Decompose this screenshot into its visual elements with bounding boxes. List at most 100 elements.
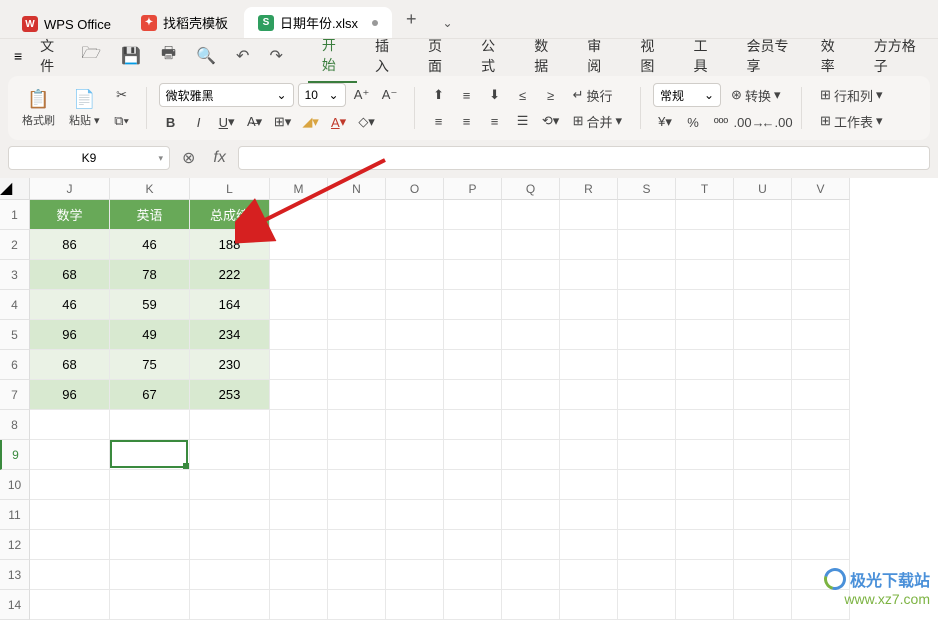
cell[interactable]: 数学 <box>30 200 110 230</box>
cell[interactable] <box>676 350 734 380</box>
cell[interactable] <box>328 590 386 620</box>
row-header[interactable]: 14 <box>0 590 30 620</box>
cell[interactable] <box>734 350 792 380</box>
cell[interactable] <box>30 470 110 500</box>
cell[interactable] <box>560 500 618 530</box>
cell[interactable] <box>560 260 618 290</box>
cell[interactable] <box>560 380 618 410</box>
cell[interactable] <box>618 320 676 350</box>
cell[interactable] <box>328 500 386 530</box>
paste-button[interactable]: 📄 粘贴 ▾ <box>65 89 104 128</box>
cell[interactable] <box>270 260 328 290</box>
cell[interactable] <box>734 440 792 470</box>
cell[interactable] <box>502 440 560 470</box>
percent-button[interactable]: % <box>681 111 705 133</box>
cell[interactable] <box>444 320 502 350</box>
cell[interactable] <box>386 290 444 320</box>
cell[interactable] <box>734 260 792 290</box>
cell[interactable] <box>502 590 560 620</box>
cell[interactable] <box>110 560 190 590</box>
cell[interactable] <box>444 440 502 470</box>
cell[interactable] <box>502 560 560 590</box>
cell[interactable] <box>386 470 444 500</box>
cell[interactable] <box>110 440 190 470</box>
cell[interactable] <box>386 230 444 260</box>
cell[interactable] <box>502 320 560 350</box>
cell[interactable] <box>110 500 190 530</box>
cell[interactable] <box>386 440 444 470</box>
col-header[interactable]: Q <box>502 178 560 200</box>
cell[interactable] <box>30 530 110 560</box>
col-header[interactable]: J <box>30 178 110 200</box>
cell[interactable] <box>270 230 328 260</box>
align-center-button[interactable]: ≡ <box>455 110 479 132</box>
border-button[interactable]: ⊞▾ <box>271 111 295 133</box>
cell[interactable] <box>560 530 618 560</box>
cell[interactable] <box>792 230 850 260</box>
cell[interactable] <box>734 590 792 620</box>
cell[interactable] <box>560 200 618 230</box>
cell[interactable] <box>386 500 444 530</box>
fx-icon[interactable]: fx <box>207 149 231 167</box>
cells-area[interactable]: 数学英语总成绩864618868782224659164964923468752… <box>30 200 938 620</box>
cell[interactable] <box>502 350 560 380</box>
cell[interactable] <box>270 200 328 230</box>
indent-inc-button[interactable]: ≥ <box>539 84 563 106</box>
menu-tools[interactable]: 工具 <box>679 30 728 82</box>
row-header[interactable]: 5 <box>0 320 30 350</box>
cell[interactable] <box>676 590 734 620</box>
cell[interactable] <box>560 350 618 380</box>
cell[interactable] <box>618 260 676 290</box>
cell[interactable]: 46 <box>110 230 190 260</box>
cell[interactable] <box>676 440 734 470</box>
row-header[interactable]: 4 <box>0 290 30 320</box>
tab-wps-office[interactable]: W WPS Office <box>8 10 125 38</box>
col-header[interactable]: P <box>444 178 502 200</box>
col-header[interactable]: S <box>618 178 676 200</box>
cell[interactable] <box>502 410 560 440</box>
row-header[interactable]: 3 <box>0 260 30 290</box>
row-header[interactable]: 10 <box>0 470 30 500</box>
cell[interactable] <box>734 470 792 500</box>
row-header[interactable]: 9 <box>0 440 30 470</box>
cell[interactable] <box>386 200 444 230</box>
cell[interactable] <box>792 200 850 230</box>
cell[interactable]: 253 <box>190 380 270 410</box>
cell[interactable] <box>328 350 386 380</box>
orientation-button[interactable]: ⟲▾ <box>539 110 563 132</box>
cell[interactable] <box>560 590 618 620</box>
cell[interactable]: 59 <box>110 290 190 320</box>
cell[interactable] <box>444 260 502 290</box>
cell[interactable]: 46 <box>30 290 110 320</box>
menu-ffgz[interactable]: 方方格子 <box>860 30 930 82</box>
cell[interactable] <box>618 560 676 590</box>
cell[interactable] <box>676 320 734 350</box>
dec-inc-button[interactable]: .00→ <box>737 111 761 133</box>
worksheet-button[interactable]: ⊞ 工作表▾ <box>814 110 888 132</box>
cell[interactable] <box>560 230 618 260</box>
cell[interactable] <box>792 290 850 320</box>
cell[interactable] <box>386 320 444 350</box>
cell[interactable] <box>328 440 386 470</box>
cell[interactable] <box>328 470 386 500</box>
dec-dec-button[interactable]: ←.00 <box>765 111 789 133</box>
cell[interactable] <box>190 590 270 620</box>
cell[interactable]: 68 <box>30 260 110 290</box>
cell[interactable] <box>30 440 110 470</box>
cell[interactable] <box>676 560 734 590</box>
underline-button[interactable]: U▾ <box>215 111 239 133</box>
row-header[interactable]: 6 <box>0 350 30 380</box>
cell[interactable] <box>328 230 386 260</box>
row-header[interactable]: 7 <box>0 380 30 410</box>
align-bottom-button[interactable]: ⬇ <box>483 84 507 106</box>
cell[interactable] <box>792 440 850 470</box>
cell[interactable] <box>676 470 734 500</box>
cell[interactable]: 49 <box>110 320 190 350</box>
cell[interactable] <box>270 590 328 620</box>
cell[interactable] <box>190 530 270 560</box>
cell[interactable] <box>502 500 560 530</box>
cell[interactable] <box>676 200 734 230</box>
cell[interactable] <box>444 230 502 260</box>
row-header[interactable]: 8 <box>0 410 30 440</box>
tab-file-current[interactable]: S 日期年份.xlsx <box>244 7 392 38</box>
